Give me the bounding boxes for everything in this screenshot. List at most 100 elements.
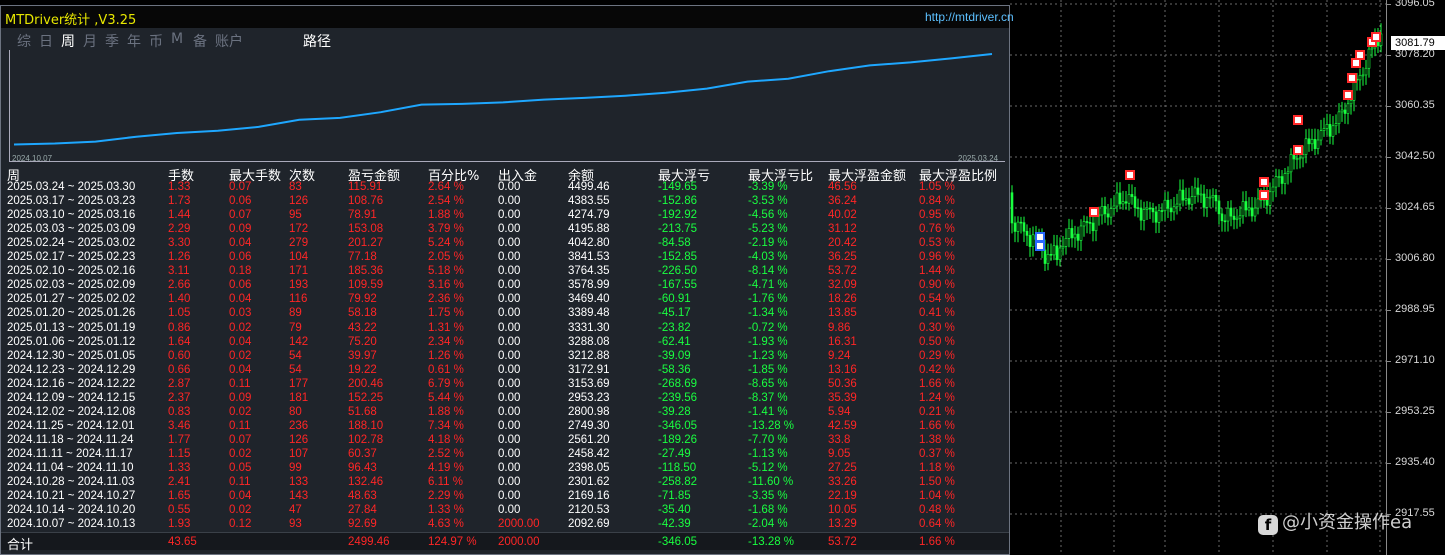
cell-lots: 3.46 xyxy=(168,419,191,432)
cell-lots: 2.66 xyxy=(168,279,191,292)
cell-max-float-loss: -84.58 xyxy=(658,237,691,250)
cell-max-lots: 0.03 xyxy=(229,307,252,320)
cell-count: 116 xyxy=(289,293,308,306)
cell-max-float-profit: 42.59 xyxy=(828,419,857,432)
cell-pnl: 108.76 xyxy=(348,195,384,208)
cell-max-float-profit: 36.24 xyxy=(828,195,857,208)
cell-pct: 3.79 % xyxy=(428,223,464,236)
cell-max-float-profit-pct: 1.66 % xyxy=(919,377,955,390)
cell-max-float-loss: -152.85 xyxy=(658,251,698,264)
price-axis: 3096.05 3078.20 3060.35 3042.50 3024.65 3006.… xyxy=(1386,0,1445,555)
cell-pnl: 188.10 xyxy=(348,419,384,432)
cell-pct: 2.36 % xyxy=(428,293,464,306)
total-pct: 124.97 % xyxy=(428,536,477,548)
cell-pnl: 79.92 xyxy=(348,293,377,306)
cell-max-float-loss: -71.85 xyxy=(658,490,691,503)
cell-pct: 1.31 % xyxy=(428,321,464,334)
price-tick: 3060.35 xyxy=(1395,99,1435,111)
tab-9[interactable]: 账户 xyxy=(215,31,243,51)
cell-max-float-loss-pct: -4.71 % xyxy=(748,279,788,292)
table-row: 2025.03.17 ~ 2025.03.23 1.73 0.06 126 108.76… xyxy=(1,195,1009,208)
cell-max-float-loss-pct: -3.35 % xyxy=(748,490,788,503)
cell-lots: 1.65 xyxy=(168,490,191,503)
cell-period: 2025.03.10 ~ 2025.03.16 xyxy=(7,209,136,222)
cell-lots: 1.33 xyxy=(168,181,191,193)
table-row: 2024.10.28 ~ 2024.11.03 2.41 0.11 133 132.46… xyxy=(1,476,1009,489)
equity-curve-plot xyxy=(13,53,993,146)
cell-pct: 1.88 % xyxy=(428,405,464,418)
cell-balance: 3389.48 xyxy=(568,307,610,320)
cell-pct: 6.11 % xyxy=(428,476,463,489)
watermark-text: @小资金操作ea xyxy=(1282,512,1413,533)
tab-1[interactable]: 日 xyxy=(39,31,53,51)
cell-lots: 0.66 xyxy=(168,363,191,376)
cell-max-lots: 0.06 xyxy=(229,195,252,208)
cell-max-float-loss: -189.26 xyxy=(658,433,698,446)
price-tick-mark xyxy=(1387,106,1391,107)
cell-max-lots: 0.09 xyxy=(229,223,252,236)
tab-3[interactable]: 月 xyxy=(83,31,97,51)
cell-max-float-profit: 13.85 xyxy=(828,307,857,320)
website-link[interactable]: http://mtdriver.cn xyxy=(925,10,1014,24)
cell-max-float-profit-pct: 1.24 % xyxy=(919,391,955,404)
cell-pct: 2.34 % xyxy=(428,335,464,348)
cell-period: 2024.12.09 ~ 2024.12.15 xyxy=(7,391,136,404)
cell-max-float-loss-pct: -5.23 % xyxy=(748,223,788,236)
cell-pnl: 92.69 xyxy=(348,518,377,531)
tab-7[interactable]: M xyxy=(171,31,183,47)
cell-pct: 7.34 % xyxy=(428,419,464,432)
cell-max-float-loss-pct: -8.14 % xyxy=(748,265,788,278)
cell-pnl: 48.63 xyxy=(348,490,377,503)
facebook-icon: f xyxy=(1258,515,1278,535)
price-tick-mark xyxy=(1387,208,1391,209)
tab-2[interactable]: 周 xyxy=(61,31,75,51)
tab-path[interactable]: 路径 xyxy=(303,31,331,51)
tab-0[interactable]: 综 xyxy=(17,31,31,51)
cell-max-float-profit-pct: 0.76 % xyxy=(919,223,955,236)
cell-count: 193 xyxy=(289,279,309,292)
cell-balance: 3841.53 xyxy=(568,251,610,264)
cell-max-float-loss: -39.28 xyxy=(658,405,691,418)
tab-4[interactable]: 季 xyxy=(105,31,119,51)
cell-count: 177 xyxy=(289,377,309,390)
table-row: 2025.02.24 ~ 2025.03.02 3.30 0.04 279 201.27… xyxy=(1,237,1009,250)
cell-lots: 1.44 xyxy=(168,209,191,222)
cell-max-float-profit-pct: 0.42 % xyxy=(919,363,955,376)
table-row: 2024.10.14 ~ 2024.10.20 0.55 0.02 47 27.84 1.… xyxy=(1,504,1009,517)
cell-max-float-profit-pct: 0.96 % xyxy=(919,251,955,264)
price-tick: 3096.05 xyxy=(1395,0,1435,9)
cell-max-float-loss-pct: -1.85 % xyxy=(748,363,788,376)
cell-deposit: 0.00 xyxy=(498,209,521,222)
cell-max-float-loss-pct: -1.76 % xyxy=(748,293,788,306)
tab-8[interactable]: 备 xyxy=(193,31,207,51)
cell-balance: 3764.35 xyxy=(568,265,610,278)
cell-period: 2025.01.20 ~ 2025.01.26 xyxy=(7,307,136,320)
cell-deposit: 0.00 xyxy=(498,293,521,306)
cell-period: 2025.02.24 ~ 2025.03.02 xyxy=(7,237,136,250)
cell-pnl: 75.20 xyxy=(348,335,377,348)
cell-pct: 4.19 % xyxy=(428,462,464,474)
table-row: 2025.01.20 ~ 2025.01.26 1.05 0.03 89 58.18 1.… xyxy=(1,307,1009,320)
cell-max-float-profit: 9.86 xyxy=(828,321,851,334)
tab-5[interactable]: 年 xyxy=(127,31,141,51)
cell-lots: 0.86 xyxy=(168,321,191,334)
cell-balance: 3331.30 xyxy=(568,321,610,334)
cell-max-lots: 0.04 xyxy=(229,363,252,376)
cell-period: 2024.10.21 ~ 2024.10.27 xyxy=(7,490,136,503)
cell-pnl: 109.59 xyxy=(348,279,384,292)
table-row: 2025.03.24 ~ 2025.03.30 1.33 0.07 83 115.91 2… xyxy=(1,181,1009,194)
cell-max-float-profit: 33.8 xyxy=(828,433,851,446)
price-tick-mark xyxy=(1387,4,1391,5)
cell-balance: 2398.05 xyxy=(568,462,610,474)
equity-curve: 2024.10.07 2025.03.24 xyxy=(9,50,1005,163)
cell-pnl: 201.27 xyxy=(348,237,384,250)
table-row: 2025.02.10 ~ 2025.02.16 3.11 0.18 171 185.36… xyxy=(1,265,1009,278)
cell-max-lots: 0.02 xyxy=(229,321,252,334)
cell-pnl: 27.84 xyxy=(348,504,377,517)
cell-max-float-profit-pct: 1.18 % xyxy=(919,462,955,474)
cell-max-lots: 0.02 xyxy=(229,504,252,517)
cell-deposit: 0.00 xyxy=(498,223,521,236)
cell-balance: 2749.30 xyxy=(568,419,610,432)
cell-max-lots: 0.09 xyxy=(229,391,252,404)
tab-6[interactable]: 币 xyxy=(149,31,163,51)
